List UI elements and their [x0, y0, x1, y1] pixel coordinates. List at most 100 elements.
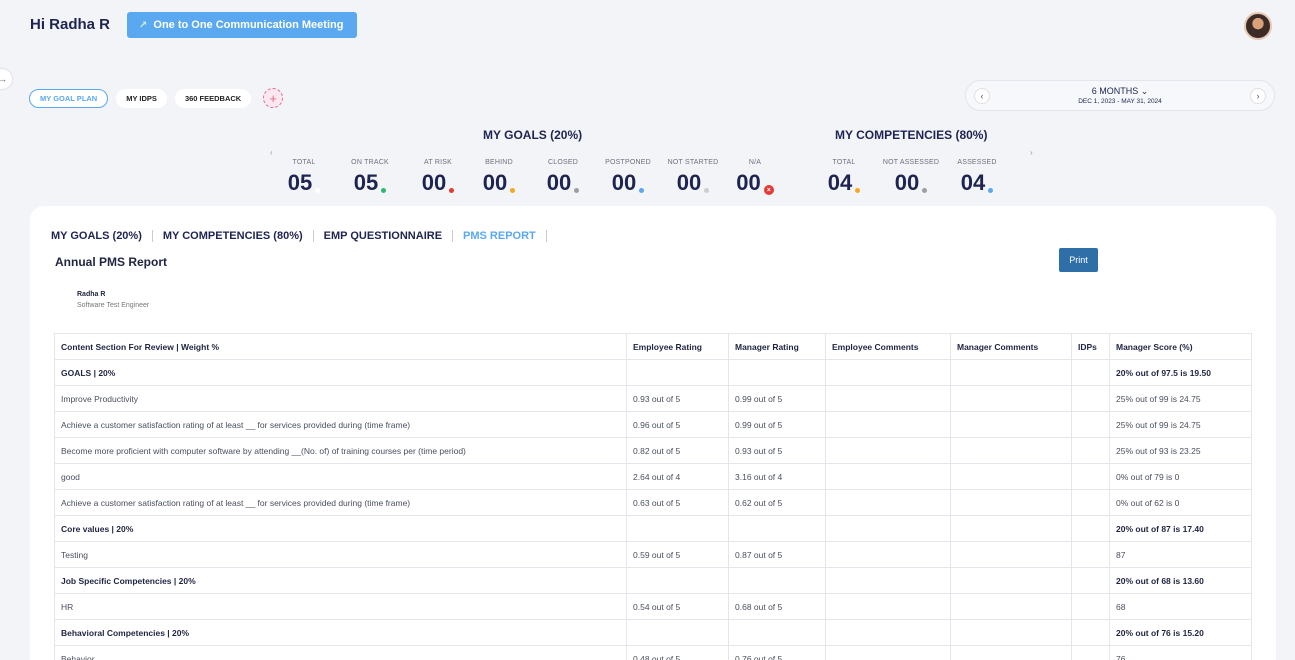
table-cell	[825, 515, 951, 542]
table-cell: 25% out of 99 is 24.75	[1109, 385, 1252, 412]
goals-stat-not-started[interactable]: NOT STARTED 00	[663, 159, 723, 196]
period-range: DEC 1, 2023 - MAY 31, 2024	[1078, 98, 1162, 105]
stat-value-text: 00	[676, 170, 702, 195]
goals-stat-n-a[interactable]: N/A 00 ×	[725, 159, 785, 196]
goals-stat-closed[interactable]: CLOSED 00	[533, 159, 593, 196]
table-cell	[825, 619, 951, 646]
tab-my-competencies[interactable]: MY COMPETENCIES (80%)	[153, 230, 314, 242]
pill-360-feedback[interactable]: 360 FEEDBACK	[174, 88, 252, 108]
tab-pms-report[interactable]: PMS REPORT	[453, 230, 547, 242]
table-cell: Core values | 20%	[54, 515, 627, 542]
table-cell: 2.64 out of 4	[626, 463, 729, 490]
goals-stat-at-risk[interactable]: AT RISK 00	[408, 159, 468, 196]
pill-my-idps[interactable]: MY IDPS	[116, 88, 167, 108]
table-cell: 0.48 out of 5	[626, 645, 729, 660]
table-cell	[728, 619, 826, 646]
table-cell: 20% out of 76 is 15.20	[1109, 619, 1252, 646]
table-cell	[825, 541, 951, 568]
table-row: Behavior 0.48 out of 5 0.76 out of 5 76	[54, 645, 1252, 660]
table-cell	[626, 567, 729, 594]
competency-stat-assessed[interactable]: ASSESSED 04	[947, 159, 1007, 196]
table-cell: 87	[1109, 541, 1252, 568]
stat-value: 05	[287, 170, 321, 196]
report-title: Annual PMS Report	[55, 255, 168, 269]
sidebar-expand-icon[interactable]: →	[0, 69, 12, 89]
table-cell	[825, 645, 951, 660]
stat-label: N/A	[748, 159, 762, 166]
goals-stat-total[interactable]: TOTAL 05	[274, 159, 334, 196]
pill-my-goal-plan[interactable]: MY GOAL PLAN	[29, 88, 109, 108]
table-cell	[950, 463, 1072, 490]
table-cell	[950, 567, 1072, 594]
table-cell	[626, 359, 729, 386]
goals-stat-on-track[interactable]: ON TRACK 05	[340, 159, 400, 196]
table-cell: 0.87 out of 5	[728, 541, 826, 568]
table-row: Become more proficient with computer sof…	[54, 437, 1252, 464]
competency-stat-not-assessed[interactable]: NOT ASSESSED 00	[881, 159, 941, 196]
table-cell: 0.68 out of 5	[728, 593, 826, 620]
stat-value: 00	[547, 170, 580, 196]
table-cell: 0.62 out of 5	[728, 489, 826, 516]
stat-label: TOTAL	[292, 159, 316, 166]
competency-stat-total[interactable]: TOTAL 04	[814, 159, 874, 196]
table-cell: 76	[1109, 645, 1252, 660]
table-cell	[950, 385, 1072, 412]
table-row: HR 0.54 out of 5 0.68 out of 5 68	[54, 593, 1252, 620]
table-cell	[825, 463, 951, 490]
stat-label: NOT ASSESSED	[882, 159, 940, 166]
link-icon: ↗	[139, 19, 148, 31]
stats-prev-icon[interactable]: ‹	[270, 148, 273, 157]
status-dot-icon	[315, 188, 321, 193]
table-cell: 0.99 out of 5	[728, 411, 826, 438]
table-cell	[825, 567, 951, 594]
table-row: Achieve a customer satisfaction rating o…	[54, 411, 1252, 438]
stat-value-text: 05	[287, 170, 313, 195]
table-cell: 25% out of 93 is 23.25	[1109, 437, 1252, 464]
report-tabs: MY GOALS (20%) MY COMPETENCIES (80%) EMP…	[51, 230, 547, 242]
stat-label: CLOSED	[548, 159, 578, 166]
tab-my-goals[interactable]: MY GOALS (20%)	[51, 230, 153, 242]
stat-label: ASSESSED	[957, 159, 997, 166]
table-cell	[950, 489, 1072, 516]
table-cell	[950, 645, 1072, 660]
goals-stat-postponed[interactable]: POSTPONED 00	[598, 159, 658, 196]
add-plan-button[interactable]: +	[263, 88, 284, 108]
table-cell	[1071, 489, 1110, 516]
table-header-row: Content Section For Review | Weight % Emp…	[54, 333, 1252, 360]
stat-label: TOTAL	[832, 159, 856, 166]
column-header: Manager Comments	[950, 333, 1072, 360]
period-label[interactable]: 6 MONTHS ⌄	[966, 86, 1274, 97]
stat-value: 00	[422, 170, 455, 196]
table-cell: 0.54 out of 5	[626, 593, 729, 620]
status-dot-icon	[704, 188, 710, 193]
print-button[interactable]: Print	[1059, 248, 1098, 272]
column-header: Content Section For Review | Weight %	[54, 333, 627, 360]
stat-value: 00	[612, 170, 645, 196]
table-row: Achieve a customer satisfaction rating o…	[54, 489, 1252, 516]
table-cell	[1071, 593, 1110, 620]
table-cell: 0% out of 62 is 0	[1109, 489, 1252, 516]
status-dot-icon	[510, 188, 516, 193]
table-cell	[1071, 619, 1110, 646]
stats-next-icon[interactable]: ›	[1030, 148, 1033, 157]
status-dot-icon	[922, 188, 928, 193]
table-cell	[1071, 567, 1110, 594]
table-cell: 0.59 out of 5	[626, 541, 729, 568]
avatar[interactable]	[1244, 12, 1272, 40]
table-cell	[950, 541, 1072, 568]
status-dot-icon	[449, 188, 455, 193]
table-row: Improve Productivity 0.93 out of 5 0.99 ou…	[54, 385, 1252, 412]
period-selector[interactable]: ‹ 6 MONTHS ⌄ DEC 1, 2023 - MAY 31, 2024 …	[965, 80, 1275, 111]
table-cell	[728, 567, 826, 594]
table-cell: 0.93 out of 5	[626, 385, 729, 412]
stat-value: 00	[895, 170, 928, 196]
next-period-icon[interactable]: ›	[1250, 88, 1266, 104]
column-header: IDPs	[1071, 333, 1110, 360]
section-row: Job Specific Competencies | 20% 20% out o…	[54, 567, 1252, 594]
one-to-one-meeting-button[interactable]: ↗ One to One Communication Meeting	[127, 12, 358, 38]
tab-emp-questionnaire[interactable]: EMP QUESTIONNAIRE	[314, 230, 454, 242]
stat-value-text: 04	[960, 170, 986, 195]
goals-stat-behind[interactable]: BEHIND 00	[469, 159, 529, 196]
status-dot-icon	[855, 188, 861, 193]
stat-label: NOT STARTED	[667, 159, 719, 166]
